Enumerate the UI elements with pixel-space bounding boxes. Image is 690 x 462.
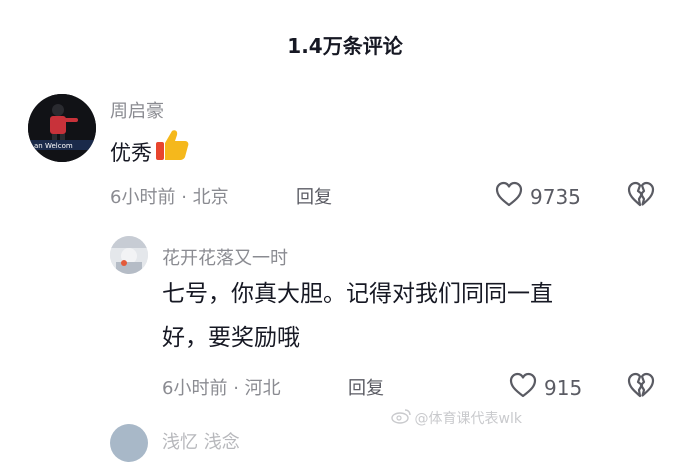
avatar[interactable]: an Welcom [28,94,96,162]
weibo-logo-icon [390,408,411,428]
comment-location: 北京 [192,187,229,208]
avatar[interactable] [110,236,148,274]
comment-text: 优秀 [110,140,152,165]
comment-username[interactable]: 花开花落又一时 [162,244,288,270]
avatar[interactable] [110,424,148,462]
comment-username[interactable]: 浅忆 浅念 [162,428,240,454]
dislike-button[interactable] [626,371,656,403]
broken-heart-icon [626,372,656,403]
comment-text-line: 好，要奖励哦 [162,325,300,351]
heart-outline-icon [508,371,538,404]
broken-heart-icon [626,181,656,212]
comment-text-line: 七号，你真大胆。记得对我们同同一直 [162,281,553,307]
comment-meta: 6小时前 · 河北 [162,378,281,399]
dislike-button[interactable] [626,180,656,212]
like-button[interactable]: 9735 [494,180,581,213]
reply-button[interactable]: 回复 [348,374,384,400]
comment-text-row: 优秀 [110,128,190,177]
like-count: 915 [544,375,583,400]
svg-text:an Welcom: an Welcom [34,142,73,150]
thumbs-up-icon [154,128,190,177]
comment-location: 河北 [244,378,281,399]
watermark-text: @体育课代表wlk [414,411,522,427]
comment-text: 七号，你真大胆。记得对我们同同一直 好，要奖励哦 [162,272,553,360]
comment-time: 6小时前 [162,378,228,399]
comment-username[interactable]: 周启豪 [110,97,164,123]
like-button[interactable]: 915 [508,371,582,404]
heart-outline-icon [494,180,524,213]
comment-meta: 6小时前 · 北京 [110,187,229,208]
comment-time: 6小时前 [110,187,176,208]
like-count: 9735 [530,184,581,209]
comments-count-title: 1.4万条评论 [287,34,403,58]
watermark: @体育课代表wlk [390,408,522,428]
reply-button[interactable]: 回复 [296,183,332,209]
